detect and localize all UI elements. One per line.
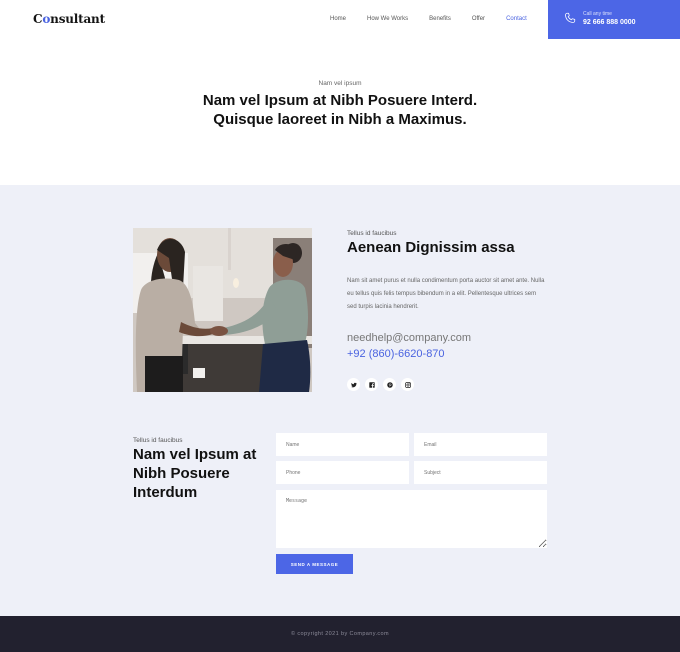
copyright-text: © copyright 2021 by Company.com (291, 631, 389, 637)
contact-subtitle: Tellus id faucibus (133, 437, 183, 444)
hero-subtitle: Nam vel ipsum (318, 80, 362, 87)
hero-title: Nam vel Ipsum at Nibh Posuere Interd. Qu… (202, 92, 478, 128)
nav-benefits[interactable]: Benefits (429, 16, 451, 22)
phone-field[interactable] (276, 461, 409, 484)
about-description: Nam sit amet purus et nulla condimentum … (347, 278, 545, 310)
site-footer: © copyright 2021 by Company.com (0, 616, 680, 652)
contact-phone[interactable]: +92 (860)-6620-870 (347, 348, 445, 360)
nav-offer[interactable]: Offer (472, 16, 485, 22)
nav-home[interactable]: Home (330, 16, 346, 22)
logo[interactable]: Consultant (33, 12, 105, 26)
social-links (347, 378, 419, 391)
phone-icon (565, 12, 576, 23)
message-field[interactable] (276, 490, 547, 548)
instagram-icon[interactable] (401, 378, 414, 391)
call-number[interactable]: 92 666 888 0000 (583, 19, 636, 26)
contact-email[interactable]: needhelp@company.com (347, 332, 471, 344)
site-header: Consultant Home How We Works Benefits Of… (0, 0, 680, 39)
facebook-icon[interactable] (365, 378, 378, 391)
contact-title: Nam vel Ipsum at Nibh Posuere Interdum (133, 446, 257, 501)
about-title: Aenean Dignissim assa (347, 239, 515, 256)
nav-contact[interactable]: Contact (506, 16, 527, 22)
content-section (0, 185, 680, 616)
meeting-photo (133, 228, 312, 392)
name-field[interactable] (276, 433, 409, 456)
main-nav: Home How We Works Benefits Offer Contact (330, 16, 548, 22)
nav-how-we-works[interactable]: How We Works (367, 16, 408, 22)
about-subtitle: Tellus id faucibus (347, 230, 397, 237)
email-field[interactable] (414, 433, 547, 456)
call-box[interactable]: Call any time 92 666 888 0000 (548, 0, 680, 39)
pinterest-icon[interactable] (383, 378, 396, 391)
subject-field[interactable] (414, 461, 547, 484)
send-message-button[interactable]: SEND A MESSAGE (276, 554, 353, 574)
twitter-icon[interactable] (347, 378, 360, 391)
call-label: Call any time (583, 11, 612, 17)
